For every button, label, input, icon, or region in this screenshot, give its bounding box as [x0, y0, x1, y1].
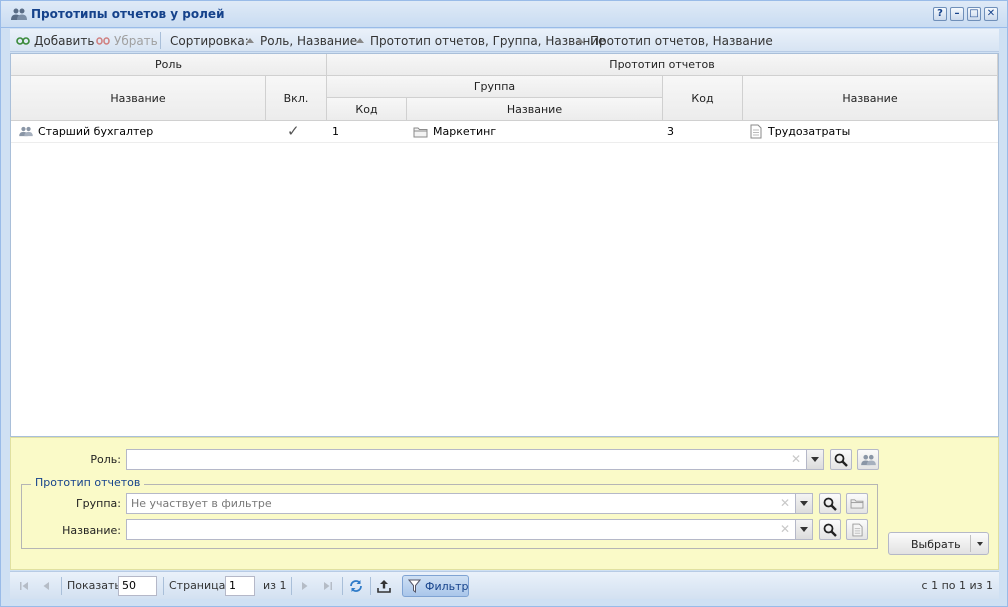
- paging-separator: [370, 577, 371, 595]
- cell-group-name: Маркетинг: [433, 125, 497, 138]
- group-filter-combo[interactable]: Не участвует в фильтре ✕: [126, 493, 813, 514]
- column-header-prototype-name[interactable]: Название: [743, 76, 998, 121]
- column-header-role-name[interactable]: Название: [11, 76, 266, 121]
- link-remove-icon: [96, 37, 110, 45]
- group-header-group: Группа: [327, 76, 663, 98]
- clear-icon[interactable]: ✕: [780, 496, 790, 510]
- sort-asc-icon: [246, 38, 254, 43]
- column-header-group-code[interactable]: Код: [327, 98, 407, 121]
- dropdown-trigger[interactable]: [795, 520, 812, 539]
- role-search-button[interactable]: [830, 449, 852, 470]
- paging-summary: с 1 по 1 из 1: [921, 579, 993, 592]
- dropdown-trigger[interactable]: [806, 450, 823, 469]
- role-filter-combo[interactable]: ✕: [126, 449, 824, 470]
- group-header-role: Роль: [11, 54, 327, 76]
- dropdown-trigger[interactable]: [795, 494, 812, 513]
- clear-icon[interactable]: ✕: [780, 522, 790, 536]
- paging-separator: [291, 577, 292, 595]
- prototypes-grid: Роль Прототип отчетов Название Вкл. Груп…: [10, 53, 999, 437]
- add-button-label: Добавить: [34, 34, 95, 48]
- paging-toolbar: Показать 50 Страница 1 из 1 Фильтр с 1 п…: [10, 571, 999, 599]
- page-size-input[interactable]: 50: [118, 576, 157, 596]
- paging-separator: [61, 577, 62, 595]
- name-search-button[interactable]: [819, 519, 841, 540]
- sort-by-prototype-name[interactable]: Прототип отчетов, Название: [576, 34, 773, 48]
- group-filter-placeholder: Не участвует в фильтре: [131, 497, 272, 510]
- prototype-filter-legend: Прототип отчетов: [31, 476, 145, 489]
- first-page-icon[interactable]: [16, 578, 32, 594]
- cell-prototype-code: 3: [667, 125, 674, 138]
- page-label: Страница: [169, 579, 226, 592]
- role-filter-label: Роль:: [90, 453, 121, 466]
- role-select-button[interactable]: [857, 449, 879, 470]
- search-icon: [834, 453, 848, 467]
- clear-icon[interactable]: ✕: [791, 452, 801, 466]
- column-header-group-name[interactable]: Название: [407, 98, 663, 121]
- column-header-prototype-code[interactable]: Код: [663, 76, 743, 121]
- last-page-icon[interactable]: [320, 578, 336, 594]
- choose-button-label: Выбрать: [911, 538, 961, 551]
- users-icon: [860, 454, 876, 465]
- window-title-bar: Прототипы отчетов у ролей ? – □ ✕: [1, 1, 1007, 28]
- sort-label: Сортировка:: [170, 34, 249, 48]
- group-header-prototype: Прототип отчетов: [327, 54, 998, 76]
- group-filter-label: Группа:: [75, 497, 121, 510]
- close-button[interactable]: ✕: [984, 7, 998, 21]
- cell-group-code: 1: [332, 125, 339, 138]
- page-number-input[interactable]: 1: [225, 576, 255, 596]
- window-title: Прототипы отчетов у ролей: [31, 7, 225, 21]
- search-icon: [823, 523, 837, 537]
- column-header-enabled[interactable]: Вкл.: [266, 76, 327, 121]
- checkmark-icon: ✓: [287, 122, 300, 140]
- name-filter-label: Название:: [62, 524, 121, 537]
- sort-asc-icon: [356, 38, 364, 43]
- sort-by-prototype-group-name[interactable]: Прототип отчетов, Группа, Название: [356, 34, 606, 48]
- sort-by-role-name[interactable]: Роль, Название: [246, 34, 357, 48]
- toolbar-separator: [160, 32, 161, 49]
- report-icon: [851, 523, 863, 536]
- table-row[interactable]: Старший бухгалтер ✓ 1 Маркетинг 3 Трудоз…: [11, 121, 998, 143]
- help-button[interactable]: ?: [933, 7, 947, 21]
- link-add-icon: [16, 37, 30, 45]
- cell-prototype-name: Трудозатраты: [768, 125, 851, 138]
- next-page-icon[interactable]: [297, 578, 313, 594]
- chevron-down-icon[interactable]: [977, 542, 983, 546]
- role-icon: [19, 126, 33, 137]
- report-icon: [750, 124, 762, 139]
- paging-separator: [342, 577, 343, 595]
- sort-item-label: Прототип отчетов, Группа, Название: [370, 34, 606, 48]
- page-count-label: из 1: [263, 579, 287, 592]
- split-divider: [970, 535, 971, 552]
- report-prototypes-window: Прототипы отчетов у ролей ? – □ ✕ Добави…: [0, 0, 1008, 607]
- filter-button-label: Фильтр: [425, 580, 469, 593]
- remove-button-label: Убрать: [114, 34, 158, 48]
- choose-button[interactable]: Выбрать: [888, 532, 989, 555]
- prev-page-icon[interactable]: [38, 578, 54, 594]
- filter-toggle-button[interactable]: Фильтр: [402, 575, 469, 597]
- folder-icon: [413, 127, 428, 138]
- toolbar: Добавить Убрать Сортировка: Роль, Назван…: [10, 29, 999, 52]
- cell-role-name: Старший бухгалтер: [38, 125, 154, 138]
- sort-item-label: Прототип отчетов, Название: [590, 34, 773, 48]
- group-select-button[interactable]: [846, 493, 868, 514]
- export-icon[interactable]: [376, 578, 392, 594]
- sort-asc-icon: [576, 38, 584, 43]
- minimize-button[interactable]: –: [950, 7, 964, 21]
- folder-icon: [850, 499, 864, 509]
- sort-item-label: Роль, Название: [260, 34, 358, 48]
- maximize-button[interactable]: □: [967, 7, 981, 21]
- search-icon: [823, 497, 837, 511]
- add-button[interactable]: Добавить: [16, 34, 94, 48]
- paging-separator: [163, 577, 164, 595]
- name-filter-combo[interactable]: ✕: [126, 519, 813, 540]
- name-select-button[interactable]: [846, 519, 868, 540]
- page-size-label: Показать: [67, 579, 121, 592]
- filter-icon: [408, 579, 421, 593]
- remove-button[interactable]: Убрать: [96, 34, 158, 48]
- refresh-icon[interactable]: [348, 578, 364, 594]
- group-search-button[interactable]: [819, 493, 841, 514]
- users-icon: [11, 8, 27, 20]
